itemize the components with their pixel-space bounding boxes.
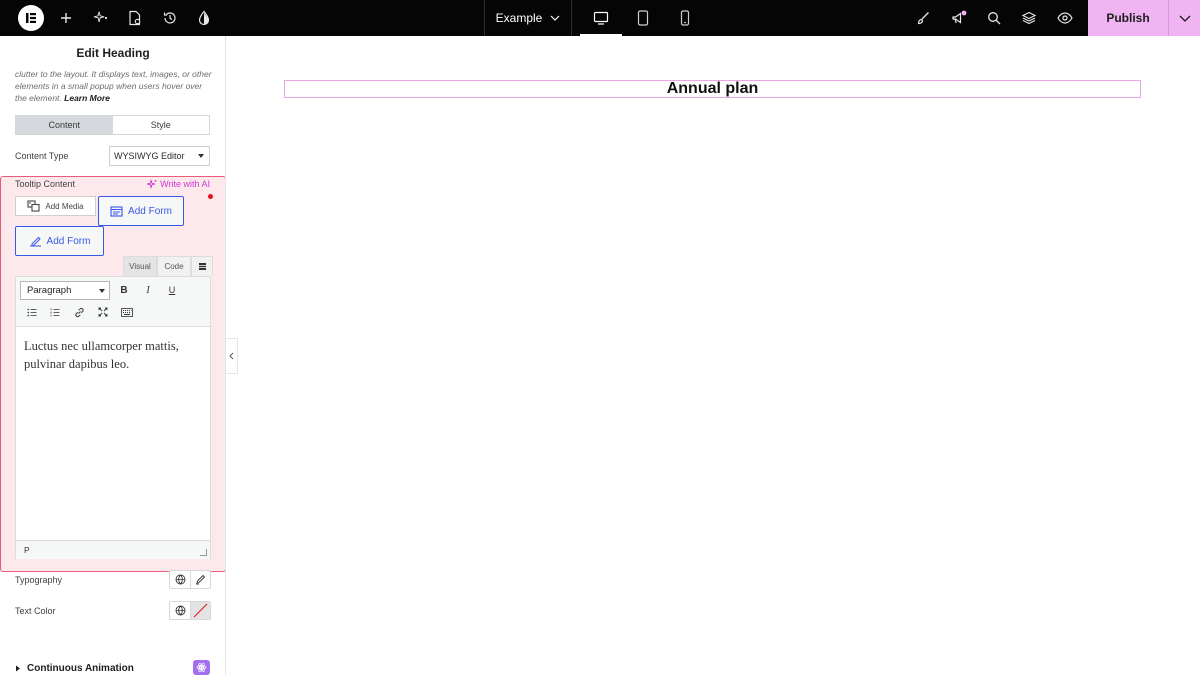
keyboard-toolbar-icon[interactable] [117,303,137,321]
tab-visual[interactable]: Visual [123,256,157,276]
fullscreen-icon[interactable] [93,303,113,321]
site-selector[interactable]: Example [486,0,570,36]
divider [571,0,572,36]
typography-label: Typography [15,575,63,585]
search-icon[interactable] [976,0,1012,36]
preview-eye-icon[interactable] [1047,0,1083,36]
editor-statusbar: P [16,540,210,559]
bold-icon[interactable]: B [114,281,134,299]
add-form-button-1[interactable]: Add Form [98,196,184,226]
structure-layers-icon[interactable] [1011,0,1047,36]
wysiwyg-editor: Paragraph B I U Luctus nec ullamcorper m… [15,276,211,559]
underline-icon[interactable]: U [162,281,182,299]
italic-icon[interactable]: I [138,281,158,299]
content-type-select[interactable]: WYSIWYG Editor [109,146,210,166]
edit-pencil-icon[interactable] [190,570,211,589]
tooltip-content-section: Tooltip Content Write with AI Add Media … [0,176,225,572]
numbered-list-icon[interactable] [45,303,65,321]
history-icon[interactable] [152,0,188,36]
top-bar: Example Publish [0,0,1200,36]
collapse-panel-button[interactable] [226,338,238,374]
ai-sparkle-icon[interactable] [83,0,119,36]
mobile-view-icon[interactable] [664,0,706,36]
editor-content[interactable]: Luctus nec ullamcorper mattis, pulvinar … [24,337,204,373]
site-settings-icon[interactable] [186,0,222,36]
add-form-button-2[interactable]: Add Form [15,226,104,256]
editor-panel: Edit Heading clutter to the layout. It d… [0,36,226,675]
chevron-down-icon [550,15,560,21]
bullet-list-icon[interactable] [22,303,42,321]
toolbar-toggle-icon[interactable] [191,256,213,276]
learn-more-link[interactable]: Learn More [64,93,110,103]
caret-right-icon [16,665,20,672]
tab-content[interactable]: Content [16,116,113,134]
content-type-label: Content Type [15,151,69,161]
chevron-left-icon [229,352,234,360]
ai-sparkle-icon [147,179,157,189]
pro-addon-icon[interactable] [193,660,210,675]
format-value: Paragraph [27,285,72,296]
global-icon[interactable] [169,601,190,620]
panel-tabs: Content Style [15,115,210,135]
brush-icon[interactable] [905,0,941,36]
form-pen-icon [29,236,41,246]
elementor-logo-icon[interactable] [18,5,44,31]
site-name: Example [495,11,543,25]
add-form-label: Add Form [46,235,91,247]
global-icon[interactable] [169,570,190,589]
publish-button[interactable]: Publish [1088,0,1168,36]
link-icon[interactable] [69,303,89,321]
publish-options-button[interactable] [1168,0,1200,36]
editor-mode-tabs: Visual Code [123,256,213,276]
panel-title: Edit Heading [76,46,150,60]
write-with-ai-label: Write with AI [160,179,210,189]
caret-down-icon [198,154,204,158]
widget-description: clutter to the layout. It displays text,… [15,68,215,104]
description-text: clutter to the layout. It displays text,… [15,69,212,103]
add-media-button[interactable]: Add Media [15,196,96,216]
canvas-heading-widget[interactable]: Annual plan [284,80,1141,98]
page-settings-icon[interactable] [117,0,153,36]
add-element-icon[interactable] [48,0,84,36]
tab-code[interactable]: Code [157,256,191,276]
tablet-view-icon[interactable] [622,0,664,36]
caret-down-icon [99,289,105,293]
continuous-animation-section[interactable]: Continuous Animation [15,663,134,674]
add-media-label: Add Media [45,201,84,211]
notifications-megaphone-icon[interactable] [941,0,977,36]
media-icon [27,200,40,212]
element-path: P [24,545,30,555]
content-type-value: WYSIWYG Editor [114,151,185,161]
form-icon [110,205,123,217]
editor-toolbar: Paragraph B I U [16,277,210,327]
desktop-view-icon[interactable] [580,0,622,36]
color-picker-empty-icon[interactable] [190,601,211,620]
write-with-ai-button[interactable]: Write with AI [147,179,210,189]
divider [484,0,485,36]
error-dot [208,194,213,199]
text-color-label: Text Color [15,606,56,616]
resize-handle-icon[interactable] [200,549,207,556]
format-select[interactable]: Paragraph [20,281,110,300]
add-form-label: Add Form [128,205,172,217]
chevron-down-icon [1179,15,1190,22]
continuous-animation-label: Continuous Animation [27,663,134,674]
tooltip-content-label: Tooltip Content [15,179,76,189]
tab-style[interactable]: Style [113,116,210,134]
